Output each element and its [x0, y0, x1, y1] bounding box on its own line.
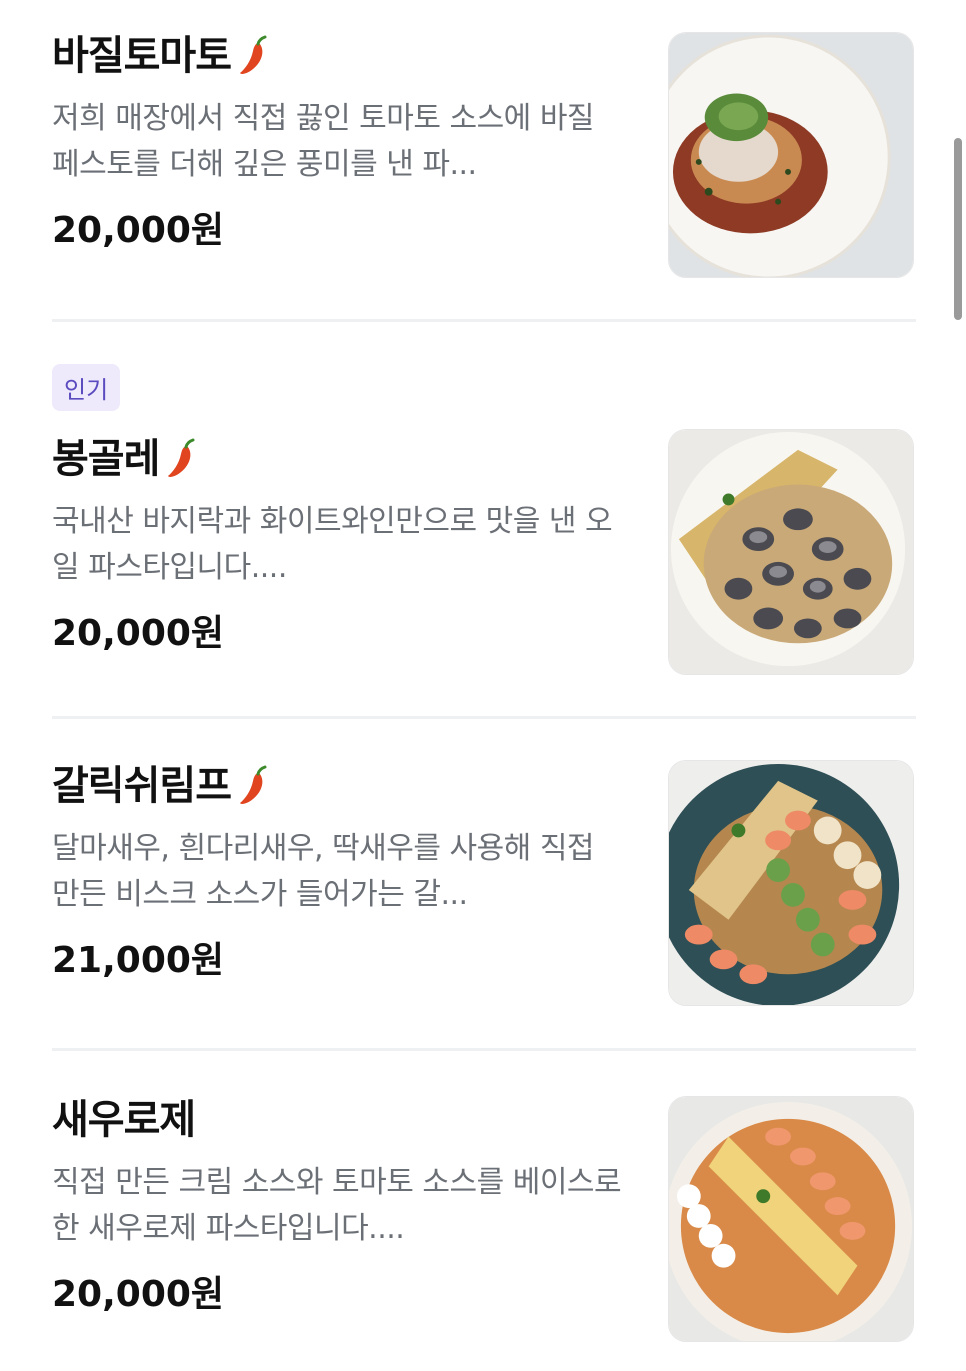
divider — [52, 1048, 916, 1051]
menu-item-garlic-shrimp[interactable]: 갈릭쉬림프 달마새우, 흰다리새우, 딱새우를 사용해 직접 만든 비스크 소스… — [52, 760, 916, 1020]
chili-pepper-icon — [240, 765, 267, 804]
garlic-shrimp-pasta-image — [668, 760, 914, 1006]
menu-item-name: 봉골레 — [52, 433, 622, 485]
menu-item-price: 20,000원 — [52, 613, 225, 654]
menu-item-description: 직접 만든 크림 소스와 토마토 소스를 베이스로 한 새우로제 파스타입니다.… — [52, 1165, 622, 1246]
menu-item-text: 갈릭쉬림프 달마새우, 흰다리새우, 딱새우를 사용해 직접 만든 비스크 소스… — [52, 760, 622, 986]
chili-pepper-icon — [240, 35, 267, 74]
menu-item-name: 바질토마토 — [52, 30, 622, 82]
menu-item-price: 20,000원 — [52, 210, 225, 251]
menu-item-basil-tomato[interactable]: 바질토마토 저희 매장에서 직접 끓인 토마토 소스에 바질 페스토를 더해 깊… — [52, 30, 916, 290]
menu-item-description: 국내산 바지락과 화이트와인만으로 맛을 낸 오일 파스타입니다.... — [52, 504, 613, 585]
menu-list-page: 바질토마토 저희 매장에서 직접 끓인 토마토 소스에 바질 페스토를 더해 깊… — [0, 0, 966, 1371]
chili-pepper-icon — [168, 438, 195, 477]
menu-item-description: 달마새우, 흰다리새우, 딱새우를 사용해 직접 만든 비스크 소스가 들어가는… — [52, 831, 595, 912]
menu-item-name: 갈릭쉬림프 — [52, 760, 622, 812]
shrimp-rose-pasta-image — [668, 1096, 914, 1342]
menu-item-text: 새우로제 직접 만든 크림 소스와 토마토 소스를 베이스로 한 새우로제 파스… — [52, 1094, 622, 1320]
menu-item-price: 21,000원 — [52, 940, 225, 981]
vongole-pasta-image — [668, 429, 914, 675]
menu-item-text: 바질토마토 저희 매장에서 직접 끓인 토마토 소스에 바질 페스토를 더해 깊… — [52, 30, 622, 256]
popular-badge: 인기 — [52, 364, 121, 411]
basil-tomato-pasta-image — [668, 32, 914, 278]
menu-item-description: 저희 매장에서 직접 끓인 토마토 소스에 바질 페스토를 더해 깊은 풍미를 … — [52, 101, 595, 182]
divider — [52, 716, 916, 719]
menu-item-shrimp-rose[interactable]: 새우로제 직접 만든 크림 소스와 토마토 소스를 베이스로 한 새우로제 파스… — [52, 1094, 916, 1354]
menu-item-name: 새우로제 — [52, 1097, 196, 1143]
divider — [52, 319, 916, 322]
menu-item-vongole[interactable]: 인기 봉골레 국내산 바지락과 화이트와인만으로 맛을 낸 오일 파스타입니다.… — [52, 364, 916, 694]
menu-item-text: 인기 봉골레 국내산 바지락과 화이트와인만으로 맛을 낸 오일 파스타입니다.… — [52, 364, 622, 659]
menu-item-price: 20,000원 — [52, 1274, 225, 1315]
scrollbar[interactable] — [954, 138, 962, 320]
